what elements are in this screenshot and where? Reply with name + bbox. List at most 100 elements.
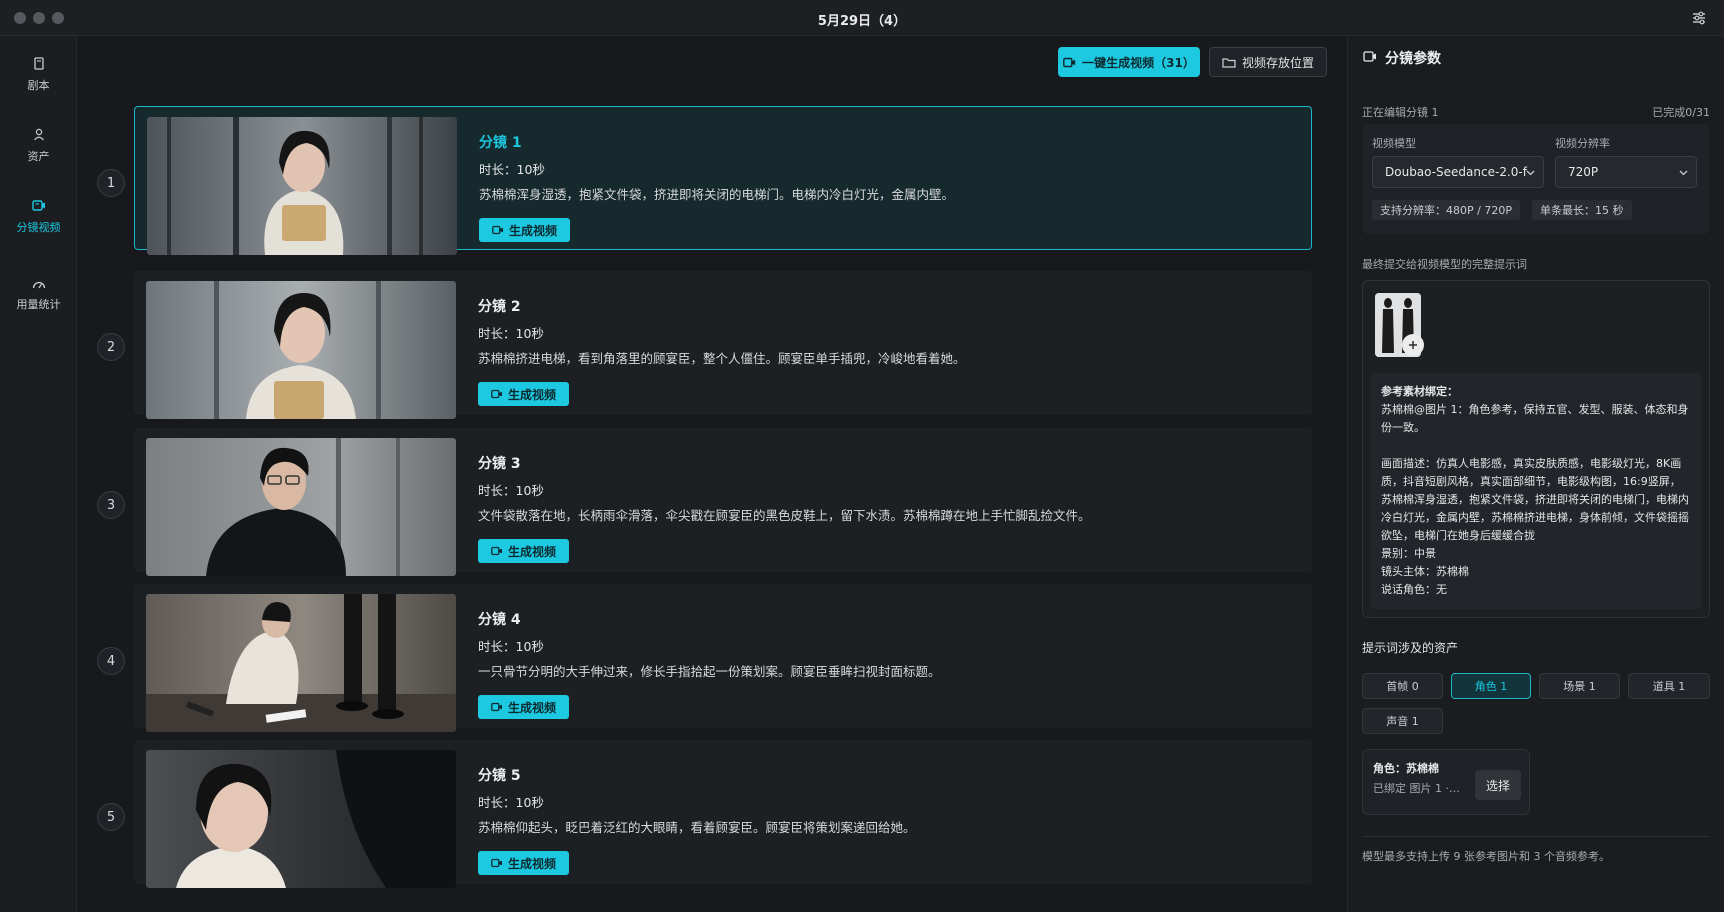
shot-title: 分镜 2 <box>478 299 521 315</box>
add-reference-button[interactable] <box>1402 334 1424 356</box>
storage-label: 视频存放位置 <box>1241 55 1314 70</box>
shot-card[interactable]: 分镜 3 时长：10秒 文件袋散落在地，长柄雨伞滑落，伞尖戳在顾宴臣的黑色皮鞋上… <box>134 428 1312 576</box>
video-icon <box>31 200 45 211</box>
settings-sliders-icon[interactable] <box>1692 11 1706 25</box>
character-name: 角色：苏棉棉 <box>1373 762 1439 775</box>
select-asset-button[interactable]: 选择 <box>1475 770 1521 800</box>
shot-number: 4 <box>97 647 125 675</box>
shot-thumbnail <box>146 750 456 888</box>
shot-card[interactable]: 分镜 1 时长：10秒 苏棉棉浑身湿透，抱紧文件袋，挤进即将关闭的电梯门。电梯内… <box>134 106 1312 255</box>
progress-label: 已完成0/31 <box>1652 106 1710 119</box>
generate-video-button[interactable]: 生成视频 <box>478 695 569 719</box>
user-icon <box>33 128 44 141</box>
panel-title: 分镜参数 <box>1385 51 1441 67</box>
video-resolution-value: 720P <box>1568 165 1599 179</box>
shot-number: 1 <box>97 169 125 197</box>
generate-video-label: 生成视频 <box>508 223 557 238</box>
generate-video-button[interactable]: 生成视频 <box>478 539 569 563</box>
editing-shot-label: 正在编辑分镜 1 <box>1362 106 1439 119</box>
shot-description: 苏棉棉仰起头，眨巴着泛红的大眼睛，看着顾宴臣。顾宴臣将策划案递回给她。 <box>478 820 916 835</box>
sidebar-item-label: 资产 <box>27 150 50 163</box>
generate-video-button[interactable]: 生成视频 <box>478 382 569 406</box>
document-icon <box>33 57 44 70</box>
shot-duration: 时长：10秒 <box>478 639 544 654</box>
video-camera-icon <box>492 225 503 235</box>
sidebar-item-label: 分镜视频 <box>16 221 61 234</box>
shot-title: 分镜 1 <box>479 135 522 151</box>
shot-card[interactable]: 分镜 4 时长：10秒 一只骨节分明的大手伸过来，修长手指拾起一份策划案。顾宴臣… <box>134 584 1312 732</box>
generate-video-label: 生成视频 <box>507 856 556 871</box>
prompt-line: 画面描述：仿真人电影感，真实皮肤质感，电影级灯光，8K画质，抖音短剧风格，真实面… <box>1381 457 1689 542</box>
sidebar-item-usage[interactable]: 用量统计 <box>0 279 77 312</box>
folder-icon <box>1222 57 1236 68</box>
generate-all-label: 一键生成视频（31） <box>1082 55 1195 70</box>
footer-note: 模型最多支持上传 9 张参考图片和 3 个音频参考。 <box>1362 850 1610 863</box>
shot-title: 分镜 5 <box>478 768 521 784</box>
generate-video-label: 生成视频 <box>507 387 556 402</box>
shot-description: 苏棉棉挤进电梯，看到角落里的顾宴臣，整个人僵住。顾宴臣单手插兜，冷峻地看着她。 <box>478 351 966 366</box>
asset-tab-scene[interactable]: 场景 1 <box>1539 673 1620 699</box>
shot-description: 苏棉棉浑身湿透，抱紧文件袋，挤进即将关闭的电梯门。电梯内冷白灯光，金属内壁。 <box>479 187 955 202</box>
shot-title: 分镜 3 <box>478 456 521 472</box>
generate-video-label: 生成视频 <box>507 700 556 715</box>
shot-number: 2 <box>97 333 125 361</box>
shot-duration: 时长：10秒 <box>478 483 544 498</box>
character-asset-card: 角色：苏棉棉 已绑定 图片 1 ·… 选择 <box>1362 749 1530 815</box>
shot-duration: 时长：10秒 <box>479 162 545 177</box>
generate-video-button[interactable]: 生成视频 <box>478 851 569 875</box>
generate-video-label: 生成视频 <box>507 544 556 559</box>
shot-description: 一只骨节分明的大手伸过来，修长手指拾起一份策划案。顾宴臣垂眸扫视封面标题。 <box>478 664 941 679</box>
shot-card[interactable]: 分镜 2 时长：10秒 苏棉棉挤进电梯，看到角落里的顾宴臣，整个人僵住。顾宴臣单… <box>134 271 1312 419</box>
asset-tab-character[interactable]: 角色 1 <box>1451 673 1531 699</box>
prompt-line: 镜头主体：苏棉棉 <box>1381 565 1469 578</box>
storyboard-icon <box>1363 51 1376 62</box>
prompt-box: 参考素材绑定： 苏棉棉@图片 1：角色参考，保持五官、发型、服装、体态和身份一致… <box>1362 280 1710 618</box>
supported-resolutions-badge: 支持分辨率：480P / 720P <box>1372 200 1520 220</box>
model-label: 视频模型 <box>1372 137 1416 150</box>
binding-status: 已绑定 图片 1 ·… <box>1373 782 1460 795</box>
shot-description: 文件袋散落在地，长柄雨伞滑落，伞尖戳在顾宴臣的黑色皮鞋上，留下水渍。苏棉棉蹲在地… <box>478 508 1091 523</box>
sidebar-item-assets[interactable]: 资产 <box>0 128 77 164</box>
prompt-line: 苏棉棉@图片 1：角色参考，保持五官、发型、服装、体态和身份一致。 <box>1381 403 1689 434</box>
shot-thumbnail <box>147 117 457 255</box>
video-storage-location-button[interactable]: 视频存放位置 <box>1209 47 1327 77</box>
generate-all-videos-button[interactable]: 一键生成视频（31） <box>1058 47 1200 77</box>
asset-tab-audio[interactable]: 声音 1 <box>1362 708 1443 734</box>
video-camera-icon <box>491 702 502 712</box>
prompt-line: 景别：中景 <box>1381 547 1436 560</box>
model-settings-box: 视频模型 视频分辨率 Doubao-Seedance-2.0-f 720P 支持… <box>1362 124 1710 234</box>
shot-duration: 时长：10秒 <box>478 795 544 810</box>
video-camera-icon <box>491 858 502 868</box>
sidebar-item-script[interactable]: 剧本 <box>0 57 77 93</box>
gauge-icon <box>32 281 45 289</box>
prompt-heading: 最终提交给视频模型的完整提示词 <box>1362 258 1527 271</box>
video-camera-icon <box>491 389 502 399</box>
assets-heading: 提示词涉及的资产 <box>1362 641 1459 655</box>
shot-thumbnail <box>146 281 456 419</box>
sidebar-item-storyboard-video[interactable]: 分镜视频 <box>0 199 77 235</box>
generate-video-button[interactable]: 生成视频 <box>479 218 570 242</box>
shot-number: 5 <box>97 803 125 831</box>
shot-parameters-panel: 分镜参数 正在编辑分镜 1 已完成0/31 视频模型 视频分辨率 Doubao-… <box>1347 36 1724 912</box>
video-model-value: Doubao-Seedance-2.0-f <box>1385 165 1527 179</box>
sidebar-item-label: 用量统计 <box>16 298 61 311</box>
shot-thumbnail <box>146 594 456 732</box>
plus-icon <box>1409 341 1417 349</box>
shot-number: 3 <box>97 491 125 519</box>
resolution-label: 视频分辨率 <box>1555 137 1610 150</box>
video-resolution-select[interactable]: 720P <box>1555 156 1697 188</box>
asset-tab-first-frame[interactable]: 首帧 0 <box>1362 673 1443 699</box>
video-camera-icon <box>1063 57 1076 67</box>
shot-card[interactable]: 分镜 5 时长：10秒 苏棉棉仰起头，眨巴着泛红的大眼睛，看着顾宴臣。顾宴臣将策… <box>134 740 1312 888</box>
video-camera-icon <box>491 546 502 556</box>
prompt-text[interactable]: 参考素材绑定： 苏棉棉@图片 1：角色参考，保持五官、发型、服装、体态和身份一致… <box>1371 373 1701 609</box>
chevron-down-icon <box>1679 170 1688 176</box>
shot-duration: 时长：10秒 <box>478 326 544 341</box>
video-model-select[interactable]: Doubao-Seedance-2.0-f <box>1372 156 1544 188</box>
prompt-line <box>1381 437 1691 455</box>
shot-thumbnail <box>146 438 456 576</box>
title-bar: 5月29日（4） <box>0 0 1724 36</box>
window-title: 5月29日（4） <box>817 14 907 29</box>
prompt-line: 参考素材绑定： <box>1381 385 1458 398</box>
asset-tab-prop[interactable]: 道具 1 <box>1628 673 1710 699</box>
